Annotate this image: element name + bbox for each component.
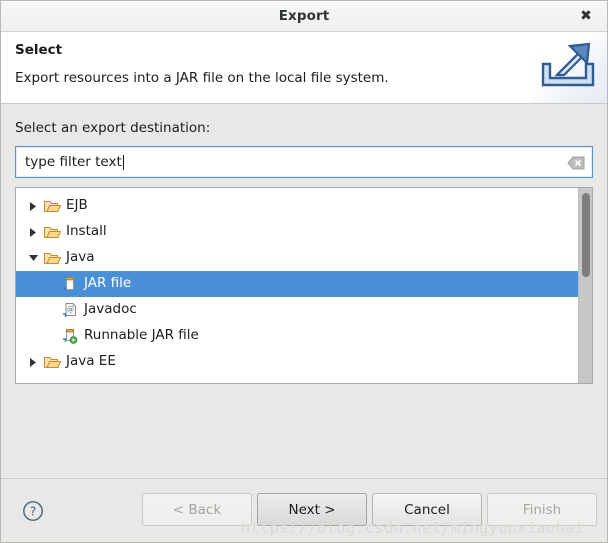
tree-row-label: Java EE	[66, 355, 116, 369]
tree-list: EJB Install	[16, 188, 578, 383]
tree-row[interactable]: Install	[16, 219, 578, 245]
page-description: Export resources into a JAR file on the …	[15, 70, 593, 86]
folder-icon	[42, 355, 62, 369]
export-arrow-tray-icon	[529, 32, 607, 103]
tree-row-jar-file[interactable]: JAR file	[16, 271, 578, 297]
question-mark-help-icon[interactable]: ?	[22, 500, 44, 522]
folder-icon	[42, 225, 62, 239]
tree-row-label: Java	[66, 251, 95, 265]
footer: ? < Back Next > Cancel Finish	[1, 479, 607, 542]
svg-text:?: ?	[30, 505, 36, 519]
chevron-down-icon[interactable]	[24, 254, 42, 262]
search-input[interactable]: type filter text	[16, 154, 122, 170]
tree-row-javadoc[interactable]: @ Javadoc	[16, 297, 578, 323]
tree-row[interactable]: EJB	[16, 193, 578, 219]
cancel-button[interactable]: Cancel	[372, 493, 482, 526]
page-title: Select	[15, 42, 593, 58]
runnable-jar-icon	[60, 328, 80, 344]
clear-backspace-icon[interactable]	[567, 155, 585, 169]
chevron-right-icon[interactable]	[24, 228, 42, 237]
chevron-right-icon[interactable]	[24, 358, 42, 367]
finish-button[interactable]: Finish	[487, 493, 597, 526]
javadoc-icon: @	[60, 302, 80, 318]
tree-row-label: JAR file	[84, 277, 131, 291]
export-dialog: Export ✖ Select Export resources into a …	[0, 0, 608, 543]
chevron-right-icon[interactable]	[24, 202, 42, 211]
tree-vertical-scrollbar[interactable]	[578, 188, 592, 383]
tree-row-label: Runnable JAR file	[84, 329, 199, 343]
tree-row[interactable]: Java EE	[16, 349, 578, 375]
folder-icon	[42, 251, 62, 265]
text-caret	[123, 155, 124, 170]
banner: Select Export resources into a JAR file …	[1, 32, 607, 104]
back-button[interactable]: < Back	[142, 493, 252, 526]
dialog-button-row: < Back Next > Cancel Finish	[142, 493, 597, 526]
folder-icon	[42, 199, 62, 213]
export-destination-tree[interactable]: EJB Install	[15, 187, 593, 384]
tree-row-runnable-jar[interactable]: Runnable JAR file	[16, 323, 578, 349]
tree-row-label: EJB	[66, 199, 88, 213]
filter-input-wrapper[interactable]: type filter text	[15, 146, 593, 178]
destination-label: Select an export destination:	[15, 120, 593, 136]
titlebar: Export ✖	[1, 1, 607, 32]
tree-row[interactable]: Java	[16, 245, 578, 271]
dialog-body: Select an export destination: type filte…	[1, 104, 607, 384]
scrollbar-thumb[interactable]	[582, 193, 590, 277]
next-button[interactable]: Next >	[257, 493, 367, 526]
tree-row-label: Javadoc	[84, 303, 137, 317]
jar-file-icon	[60, 276, 80, 292]
tree-row-label: Install	[66, 225, 107, 239]
window-title: Export	[279, 8, 330, 24]
svg-text:@: @	[67, 306, 74, 314]
close-icon[interactable]: ✖	[573, 1, 599, 31]
